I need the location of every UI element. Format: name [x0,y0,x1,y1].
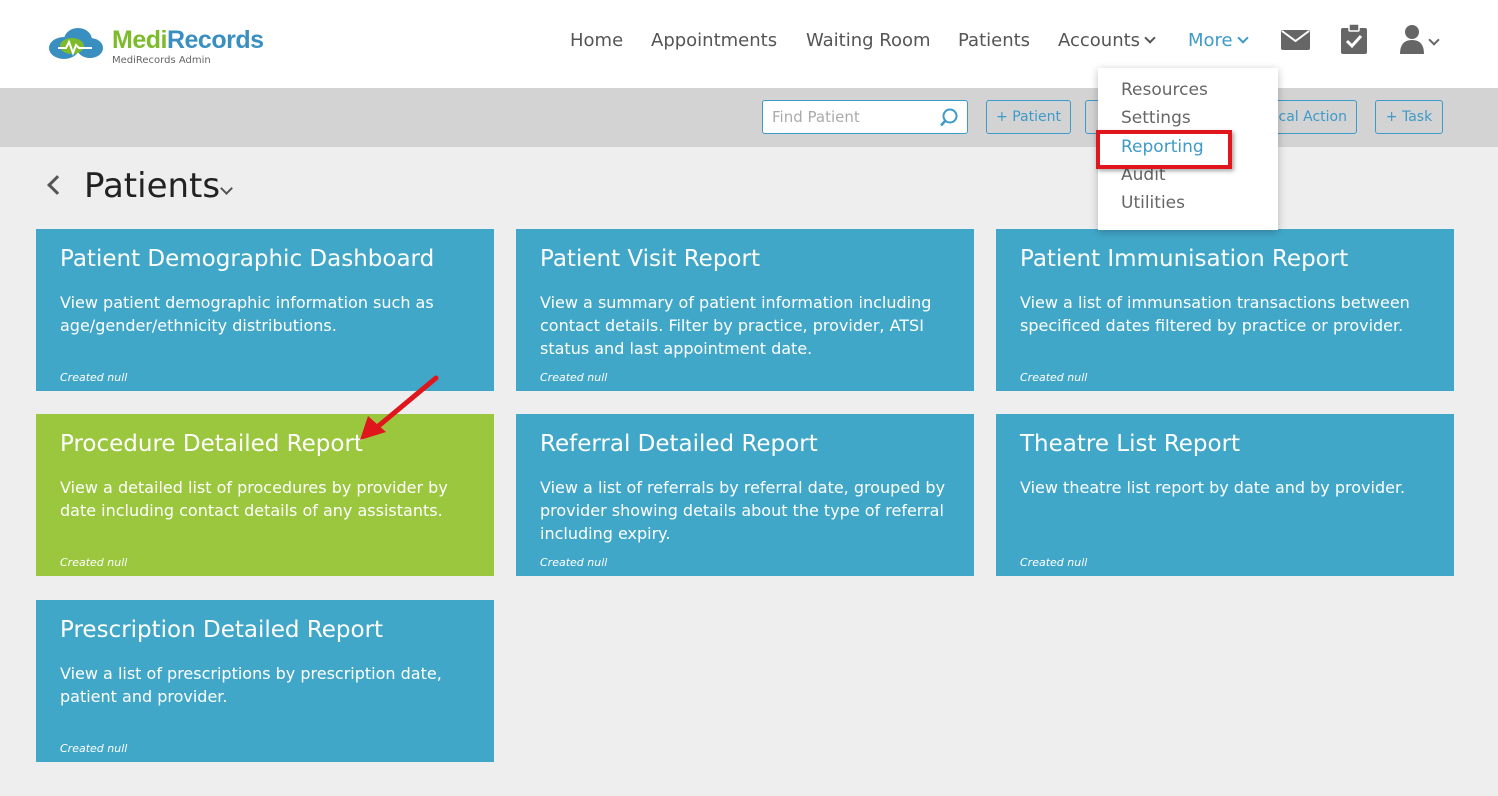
find-patient-search[interactable] [762,100,968,134]
card-created: Created null [60,371,128,384]
nav-more-label: More [1188,30,1233,51]
chevron-down-icon [1144,32,1156,44]
clipboard-check-icon[interactable] [1341,23,1367,58]
card-title: Procedure Detailed Report [60,431,363,457]
cloud-logo-icon [49,28,103,59]
nav-patients[interactable]: Patients [958,30,1030,51]
card-description: View a list of immunsation transactions … [1020,293,1410,335]
card-description: View a summary of patient information in… [540,293,932,358]
card-description: View a list of referrals by referral dat… [540,478,946,543]
report-card[interactable]: Referral Detailed Report View a list of … [516,414,974,576]
back-chevron-icon[interactable] [47,175,67,195]
card-title: Patient Visit Report [540,246,760,272]
card-title: Patient Immunisation Report [1020,246,1349,272]
card-created: Created null [540,371,608,384]
menu-item-utilities[interactable]: Utilities [1121,193,1185,213]
report-card[interactable]: Prescription Detailed Report View a list… [36,600,494,762]
card-title: Prescription Detailed Report [60,617,384,643]
card-description: View a detailed list of procedures by pr… [60,478,448,520]
add-task-button[interactable]: + Task [1375,100,1443,134]
report-card[interactable]: Theatre List Report View theatre list re… [996,414,1454,576]
logo-subtitle: MediRecords Admin [112,55,211,66]
card-created: Created null [1020,556,1088,569]
nav-appointments[interactable]: Appointments [651,30,777,51]
nav-waiting-room[interactable]: Waiting Room [806,30,931,51]
card-title: Theatre List Report [1020,431,1241,457]
report-card[interactable]: Patient Demographic Dashboard View patie… [36,229,494,391]
app-logo[interactable]: MediRecords MediRecords Admin [46,24,286,70]
find-patient-input[interactable] [763,101,933,133]
report-card[interactable]: Patient Immunisation Report View a list … [996,229,1454,391]
chevron-down-icon[interactable] [220,182,233,195]
logo-text: MediRecords [112,26,264,54]
nav-accounts-label: Accounts [1058,30,1141,51]
nav-accounts[interactable]: Accounts [1058,30,1156,51]
card-created: Created null [60,556,128,569]
user-icon [1400,25,1424,54]
add-patient-button[interactable]: + Patient [986,100,1071,134]
search-icon[interactable] [939,108,959,128]
chevron-down-icon [1236,32,1249,44]
card-created: Created null [60,742,128,755]
card-description: View a list of prescriptions by prescrip… [60,664,442,706]
menu-item-resources[interactable]: Resources [1121,80,1208,100]
annotation-arrow-icon [360,375,439,440]
user-menu[interactable] [1400,24,1440,58]
nav-home[interactable]: Home [570,30,623,51]
mail-icon[interactable] [1281,30,1310,54]
reporting-highlight-box [1096,130,1232,169]
card-created: Created null [540,556,608,569]
card-title: Referral Detailed Report [540,431,818,457]
menu-item-settings[interactable]: Settings [1121,108,1191,128]
card-title: Patient Demographic Dashboard [60,246,435,272]
page-title: Patients [84,166,221,206]
report-card[interactable]: Patient Visit Report View a summary of p… [516,229,974,391]
card-created: Created null [1020,371,1088,384]
nav-more[interactable]: More [1188,30,1249,51]
card-description: View patient demographic information suc… [60,293,434,335]
card-description: View theatre list report by date and by … [1020,478,1406,497]
